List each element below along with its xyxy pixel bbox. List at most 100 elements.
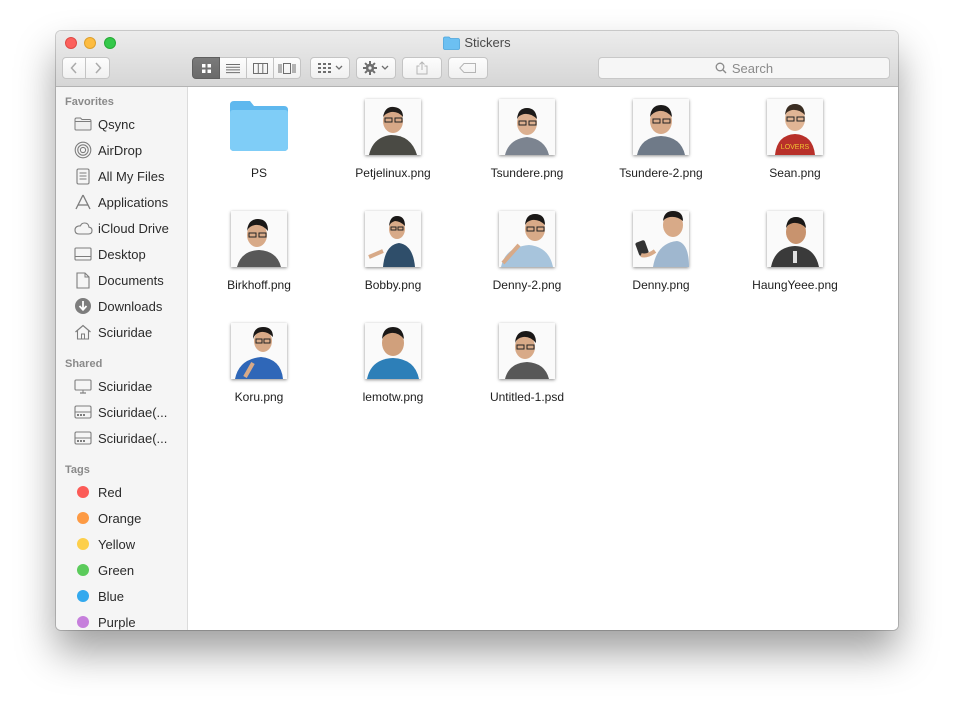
- share-button[interactable]: [402, 57, 442, 79]
- sidebar-tag-purple[interactable]: Purple: [56, 610, 187, 630]
- finder-window: Stickers Search Favorites Qsync AirDrop …: [56, 31, 898, 630]
- icon-view-icon: [201, 63, 211, 73]
- file-item[interactable]: Bobby.png: [326, 211, 460, 292]
- image-thumbnail: [231, 211, 287, 267]
- home-icon: [73, 323, 93, 341]
- sidebar-tag-orange[interactable]: Orange: [56, 506, 187, 530]
- file-item[interactable]: lemotw.png: [326, 323, 460, 404]
- file-name: Denny-2.png: [492, 278, 562, 292]
- file-item[interactable]: HaungYeee.png: [728, 211, 862, 292]
- sidebar-tag-red[interactable]: Red: [56, 480, 187, 504]
- file-item[interactable]: Denny-2.png: [460, 211, 594, 292]
- file-item[interactable]: Birkhoff.png: [192, 211, 326, 292]
- chevron-down-icon: [381, 65, 389, 70]
- file-name: Tsundere-2.png: [619, 166, 703, 180]
- icon-view-button[interactable]: [192, 57, 220, 79]
- sidebar-item-airdrop[interactable]: AirDrop: [56, 138, 187, 162]
- file-name: Sean.png: [769, 166, 821, 180]
- sidebar-item-shared-computer[interactable]: Sciuridae: [56, 374, 187, 398]
- share-icon: [416, 61, 428, 75]
- cloud-icon: [73, 219, 93, 237]
- sidebar-item-label: Sciuridae: [98, 378, 153, 394]
- sidebar-item-desktop[interactable]: Desktop: [56, 242, 187, 266]
- sidebar-item-applications[interactable]: Applications: [56, 190, 187, 214]
- file-item[interactable]: Denny.png: [594, 211, 728, 292]
- svg-text:LOVERS: LOVERS: [781, 144, 810, 151]
- image-thumbnail: [365, 211, 421, 267]
- file-item[interactable]: Petjelinux.png: [326, 99, 460, 180]
- tag-icon: [459, 63, 476, 73]
- sidebar-tag-blue[interactable]: Blue: [56, 584, 187, 608]
- sidebar-item-label: AirDrop: [98, 142, 143, 158]
- shared-header: Shared: [65, 358, 103, 370]
- tag-button[interactable]: [448, 57, 488, 79]
- airdrop-icon: [73, 141, 93, 159]
- tags-header: Tags: [65, 464, 90, 476]
- downloads-icon: [73, 297, 93, 315]
- tag-dot-purple-icon: [77, 616, 89, 628]
- search-field[interactable]: Search: [598, 57, 890, 79]
- tag-dot-blue-icon: [77, 590, 89, 602]
- sidebar-item-label: Sciuridae: [98, 324, 153, 340]
- column-view-icon: [252, 62, 268, 74]
- sidebar-item-shared-server-2[interactable]: Sciuridae(...: [56, 426, 187, 450]
- file-item[interactable]: Tsundere.png: [460, 99, 594, 180]
- search-icon: [715, 62, 727, 74]
- file-item[interactable]: Koru.png: [192, 323, 326, 404]
- sidebar-item-label: iCloud Drive: [98, 220, 169, 236]
- sidebar-item-label: Qsync: [98, 116, 135, 132]
- documents-icon: [73, 271, 93, 289]
- sidebar-item-label: Yellow: [98, 536, 136, 552]
- sidebar: Favorites Qsync AirDrop All My Files App…: [56, 87, 188, 630]
- sidebar-item-label: Sciuridae(...: [98, 430, 168, 446]
- cover-flow-button[interactable]: [274, 57, 301, 79]
- file-name: Petjelinux.png: [355, 166, 431, 180]
- folder-icon: [73, 115, 93, 133]
- chevron-down-icon: [335, 65, 342, 70]
- file-item[interactable]: LOVERS Sean.png: [728, 99, 862, 180]
- view-mode-selector: [192, 57, 301, 79]
- list-view-button[interactable]: [220, 57, 247, 79]
- arrange-button[interactable]: [310, 57, 350, 79]
- file-item[interactable]: Tsundere-2.png: [594, 99, 728, 180]
- desktop-icon: [73, 245, 93, 263]
- chevron-left-icon: [70, 62, 77, 74]
- file-grid: PS Petjelinux.png Tsundere.png Tsundere-…: [189, 87, 898, 630]
- sidebar-item-shared-server-1[interactable]: Sciuridae(...: [56, 400, 187, 424]
- folder-icon: [228, 99, 290, 153]
- file-name: Denny.png: [632, 278, 690, 292]
- image-thumbnail: [365, 99, 421, 155]
- file-name: Birkhoff.png: [227, 278, 291, 292]
- image-thumbnail: LOVERS: [767, 99, 823, 155]
- sidebar-item-label: Orange: [98, 510, 142, 526]
- sidebar-item-home[interactable]: Sciuridae: [56, 320, 187, 344]
- forward-button[interactable]: [86, 57, 110, 79]
- image-thumbnail: [767, 211, 823, 267]
- image-thumbnail: [633, 99, 689, 155]
- back-button[interactable]: [62, 57, 86, 79]
- action-button[interactable]: [356, 57, 396, 79]
- image-thumbnail: [633, 211, 689, 267]
- file-item-ps[interactable]: PS: [192, 99, 326, 180]
- sidebar-tag-yellow[interactable]: Yellow: [56, 532, 187, 556]
- sidebar-item-icloud-drive[interactable]: iCloud Drive: [56, 216, 187, 240]
- sidebar-item-qsync[interactable]: Qsync: [56, 112, 187, 136]
- tag-dot-green-icon: [77, 564, 89, 576]
- column-view-button[interactable]: [247, 57, 274, 79]
- file-item[interactable]: Untitled-1.psd: [460, 323, 594, 404]
- file-name: PS: [250, 166, 267, 180]
- image-thumbnail: [499, 99, 555, 155]
- image-thumbnail: [499, 211, 555, 267]
- sidebar-item-documents[interactable]: Documents: [56, 268, 187, 292]
- image-thumbnail: [499, 323, 555, 379]
- search-placeholder: Search: [731, 60, 774, 76]
- list-view-icon: [226, 63, 240, 73]
- file-name: Bobby.png: [364, 278, 422, 292]
- gear-icon: [363, 61, 377, 75]
- sidebar-item-all-my-files[interactable]: All My Files: [56, 164, 187, 188]
- sidebar-tag-green[interactable]: Green: [56, 558, 187, 582]
- titlebar: Stickers Search: [56, 31, 898, 87]
- file-name: Koru.png: [234, 390, 284, 404]
- file-name: HaungYeee.png: [752, 278, 838, 292]
- sidebar-item-downloads[interactable]: Downloads: [56, 294, 187, 318]
